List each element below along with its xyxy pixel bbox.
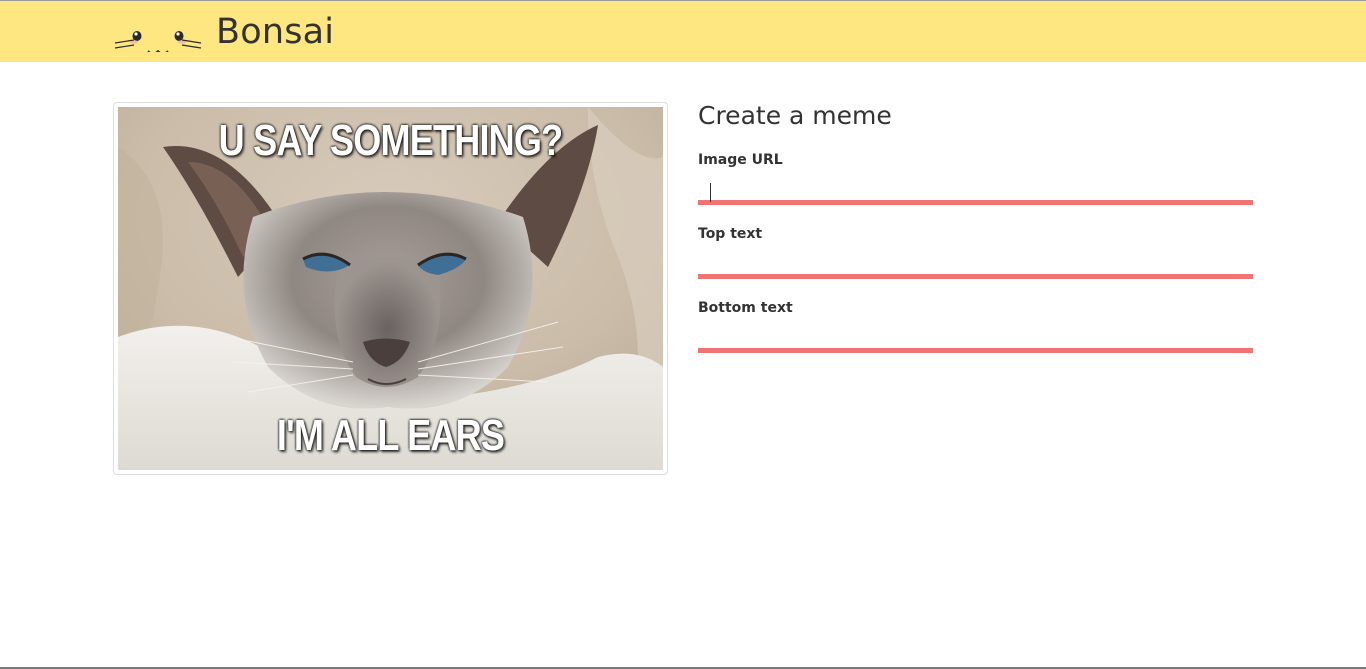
bottom-text-input[interactable] bbox=[698, 317, 1253, 353]
meme-bottom-text: I'M ALL EARS bbox=[276, 411, 505, 460]
top-text-field-group: Top text bbox=[698, 225, 1254, 279]
cat-face-icon bbox=[114, 30, 202, 52]
navbar: Bonsai bbox=[0, 1, 1366, 62]
brand[interactable]: Bonsai bbox=[112, 1, 334, 62]
brand-name: Bonsai bbox=[216, 11, 335, 52]
meme-top-text: U SAY SOMETHING? bbox=[218, 116, 564, 165]
text-caret bbox=[710, 183, 711, 202]
bottom-text-label: Bottom text bbox=[698, 300, 793, 316]
top-text-label: Top text bbox=[698, 226, 763, 242]
form-title: Create a meme bbox=[698, 101, 892, 130]
top-text-input[interactable] bbox=[698, 243, 1253, 279]
meme-form: Create a meme Image URL Top text Bottom … bbox=[698, 100, 1254, 353]
bottom-text-field-group: Bottom text bbox=[698, 299, 1254, 353]
meme-preview: U SAY SOMETHING? I'M ALL EARS bbox=[113, 102, 668, 475]
image-url-input[interactable] bbox=[698, 169, 1253, 205]
image-url-field-group: Image URL bbox=[698, 151, 1254, 205]
image-url-label: Image URL bbox=[698, 152, 783, 168]
meme-image: U SAY SOMETHING? I'M ALL EARS bbox=[118, 107, 663, 470]
